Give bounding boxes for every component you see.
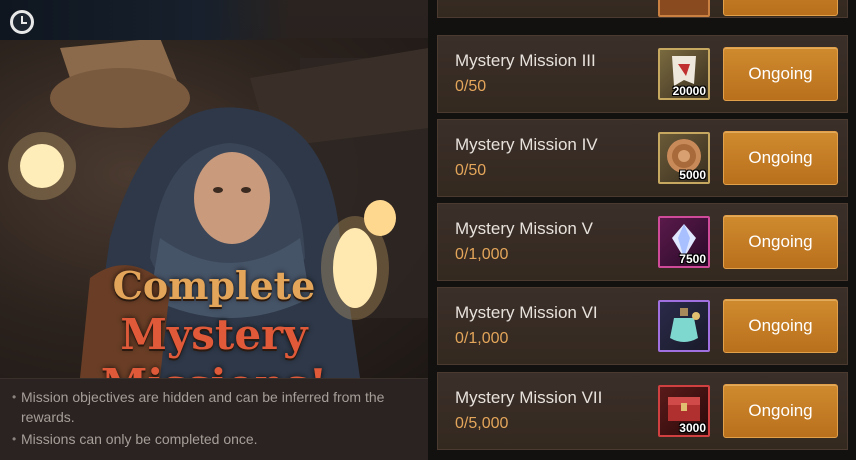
event-notes: Mission objectives are hidden and can be… (0, 378, 428, 460)
ongoing-button[interactable] (723, 0, 838, 16)
reward-quantity: 7500 (679, 252, 706, 266)
mission-title: Mystery Mission III (455, 51, 596, 70)
top-bar (0, 0, 290, 40)
clock-icon[interactable] (10, 10, 34, 34)
mission-title: Mystery Mission VII (455, 388, 603, 407)
ongoing-button[interactable]: Ongoing (723, 47, 838, 101)
ongoing-button[interactable]: Ongoing (723, 215, 838, 269)
mission-title: Mystery Mission V (455, 219, 593, 238)
reward-quantity: 5000 (679, 168, 706, 182)
mission-progress: 0/50 (455, 78, 487, 95)
note-item: Mission objectives are hidden and can be… (12, 387, 418, 427)
potion-icon (670, 308, 700, 342)
mission-progress: 0/5,000 (455, 415, 509, 432)
mission-progress: 0/50 (455, 162, 487, 179)
mission-title: Mystery Mission VI (455, 303, 598, 322)
ongoing-button[interactable]: Ongoing (723, 131, 838, 185)
mission-row: Mystery Mission IV 0/50 5000 Ongoing (437, 119, 848, 197)
reward-slot[interactable]: 7500 (658, 216, 710, 268)
reward-quantity: 20000 (672, 84, 706, 98)
ongoing-button[interactable]: Ongoing (723, 299, 838, 353)
headline-line-1: Complete (112, 263, 316, 308)
mission-row: Mystery Mission VII 0/5,000 3000 Ongoing (437, 372, 848, 450)
note-item: Missions can only be completed once. (12, 429, 418, 449)
reward-slot[interactable] (658, 0, 710, 17)
event-banner-panel: Complete Mystery Missions! Mission objec… (0, 0, 428, 460)
reward-slot[interactable] (658, 300, 710, 352)
ongoing-button[interactable]: Ongoing (723, 384, 838, 438)
mission-title: Mystery Mission IV (455, 135, 598, 154)
mission-row: Mystery Mission III 0/50 20000 Ongoing (437, 35, 848, 113)
mission-progress: 0/1,000 (455, 330, 509, 347)
mission-row-partial (437, 0, 848, 18)
reward-slot[interactable]: 20000 (658, 48, 710, 100)
reward-slot[interactable]: 3000 (658, 385, 710, 437)
reward-quantity: 3000 (679, 421, 706, 435)
reward-slot[interactable]: 5000 (658, 132, 710, 184)
mission-list[interactable]: Mystery Mission III 0/50 20000 Ongoing M… (428, 0, 856, 460)
mission-progress: 0/1,000 (455, 246, 509, 263)
mission-row: Mystery Mission VI 0/1,000 Ongoing (437, 287, 848, 365)
mission-row: Mystery Mission V 0/1,000 7500 Ongoing (437, 203, 848, 281)
